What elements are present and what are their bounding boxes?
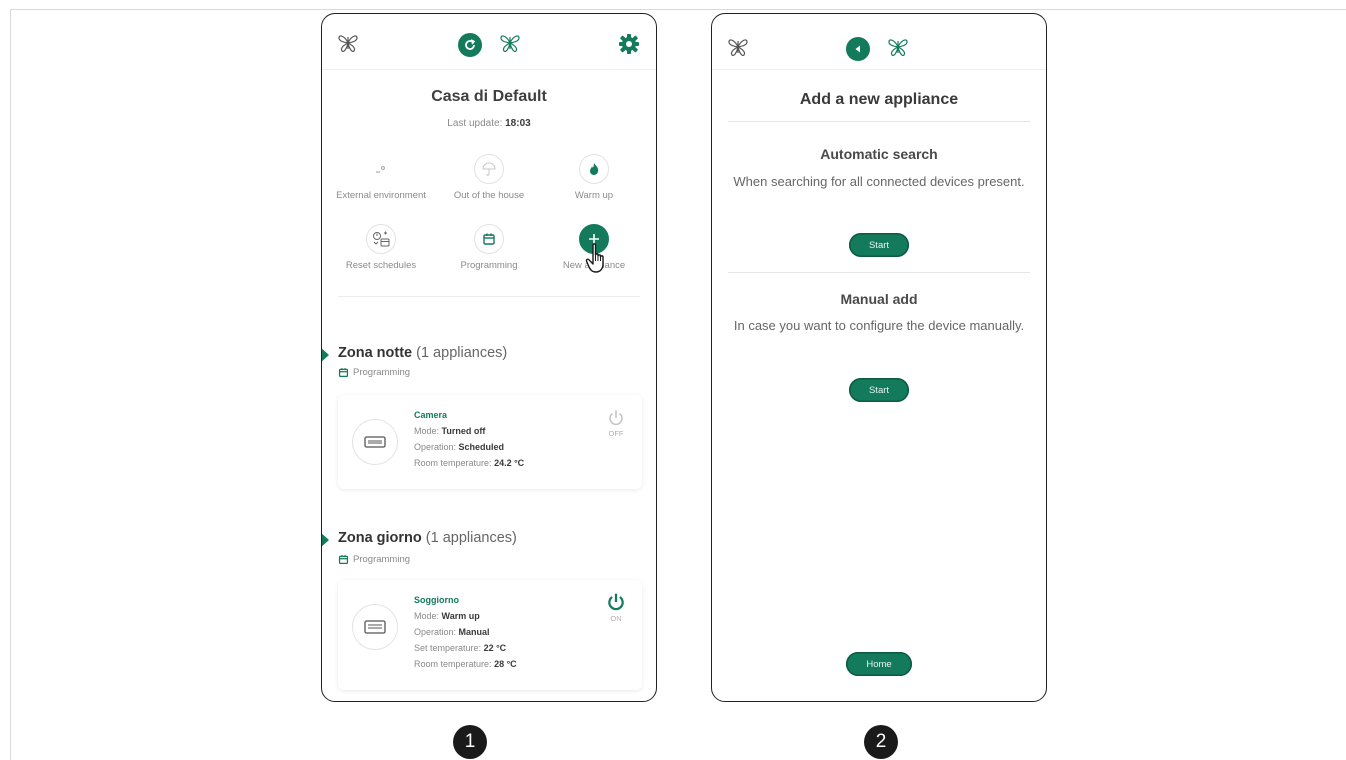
settings-gear-icon[interactable]: [618, 33, 640, 55]
butterfly-logo-icon[interactable]: [336, 32, 360, 54]
calendar-icon: [474, 224, 504, 254]
divider: [728, 121, 1030, 122]
air-conditioner-icon: [352, 419, 398, 465]
zone-programming-label: Programming: [338, 554, 410, 565]
refresh-icon: [458, 33, 482, 57]
action-external-environment[interactable]: External environment: [331, 154, 431, 202]
butterfly-logo-icon[interactable]: [726, 36, 750, 58]
manual-add-title: Manual add: [840, 291, 918, 307]
page-title: Add a new appliance: [799, 91, 959, 108]
zone-header-giorno[interactable]: Zona giorno (1 appliances): [338, 530, 517, 546]
power-toggle[interactable]: OFF: [604, 409, 628, 438]
back-arrow-icon: [846, 37, 870, 61]
step-badge-1: 1: [453, 725, 487, 759]
manual-add-description: In case you want to configure the device…: [733, 318, 1025, 333]
section-divider: [338, 296, 640, 297]
home-button[interactable]: Home: [846, 652, 912, 676]
zone-marker: [322, 347, 329, 363]
manual-add-start-button[interactable]: Start: [849, 378, 909, 402]
automatic-search-title: Automatic search: [820, 146, 938, 162]
action-out-of-the-house[interactable]: Out of the house: [439, 154, 539, 202]
external-temp-icon: [366, 154, 396, 184]
step-badge-2: 2: [864, 725, 898, 759]
back-button[interactable]: [846, 37, 870, 61]
divider: [728, 272, 1030, 273]
automatic-search-start-button[interactable]: Start: [849, 233, 909, 257]
butterfly-brand-icon: [886, 36, 910, 58]
power-icon: [608, 593, 624, 611]
calendar-icon: [338, 368, 349, 378]
appliance-info: Soggiorno Mode: Warm up Operation: Manua…: [414, 595, 517, 669]
umbrella-icon: [474, 154, 504, 184]
appliance-info: Camera Mode: Turned off Operation: Sched…: [414, 410, 525, 468]
refresh-button[interactable]: [458, 33, 482, 57]
appliance-card-camera[interactable]: Camera Mode: Turned off Operation: Sched…: [338, 395, 642, 489]
butterfly-brand-icon: [498, 32, 522, 54]
calendar-icon: [338, 555, 349, 565]
top-bar: [322, 14, 656, 70]
phone-screen-home: Casa di Default Last update: 18:03 Exter…: [321, 13, 657, 702]
action-reset-schedules[interactable]: Reset schedules: [331, 224, 431, 272]
automatic-search-description: When searching for all connected devices…: [733, 174, 1025, 189]
frame-left-line: [10, 9, 11, 760]
phone-screen-add-appliance: Add a new appliance Automatic search Whe…: [711, 13, 1047, 702]
zone-header-notte[interactable]: Zona notte (1 appliances): [338, 345, 507, 361]
appliance-card-soggiorno[interactable]: Soggiorno Mode: Warm up Operation: Manua…: [338, 580, 642, 690]
power-toggle[interactable]: ON: [604, 592, 628, 623]
top-bar: [712, 14, 1046, 70]
hand-pointer-cursor-icon: [584, 242, 610, 274]
action-warm-up[interactable]: Warm up: [544, 154, 644, 202]
frame-top-line: [10, 9, 1346, 10]
zone-programming-label: Programming: [338, 367, 410, 378]
last-update: Last update: 18:03: [447, 118, 531, 129]
house-title: Casa di Default: [431, 88, 547, 105]
power-icon: [609, 410, 623, 426]
air-conditioner-icon: [352, 604, 398, 650]
flame-icon: [579, 154, 609, 184]
zone-marker: [322, 532, 329, 548]
action-programming[interactable]: Programming: [439, 224, 539, 272]
reset-schedule-icon: [366, 224, 396, 254]
